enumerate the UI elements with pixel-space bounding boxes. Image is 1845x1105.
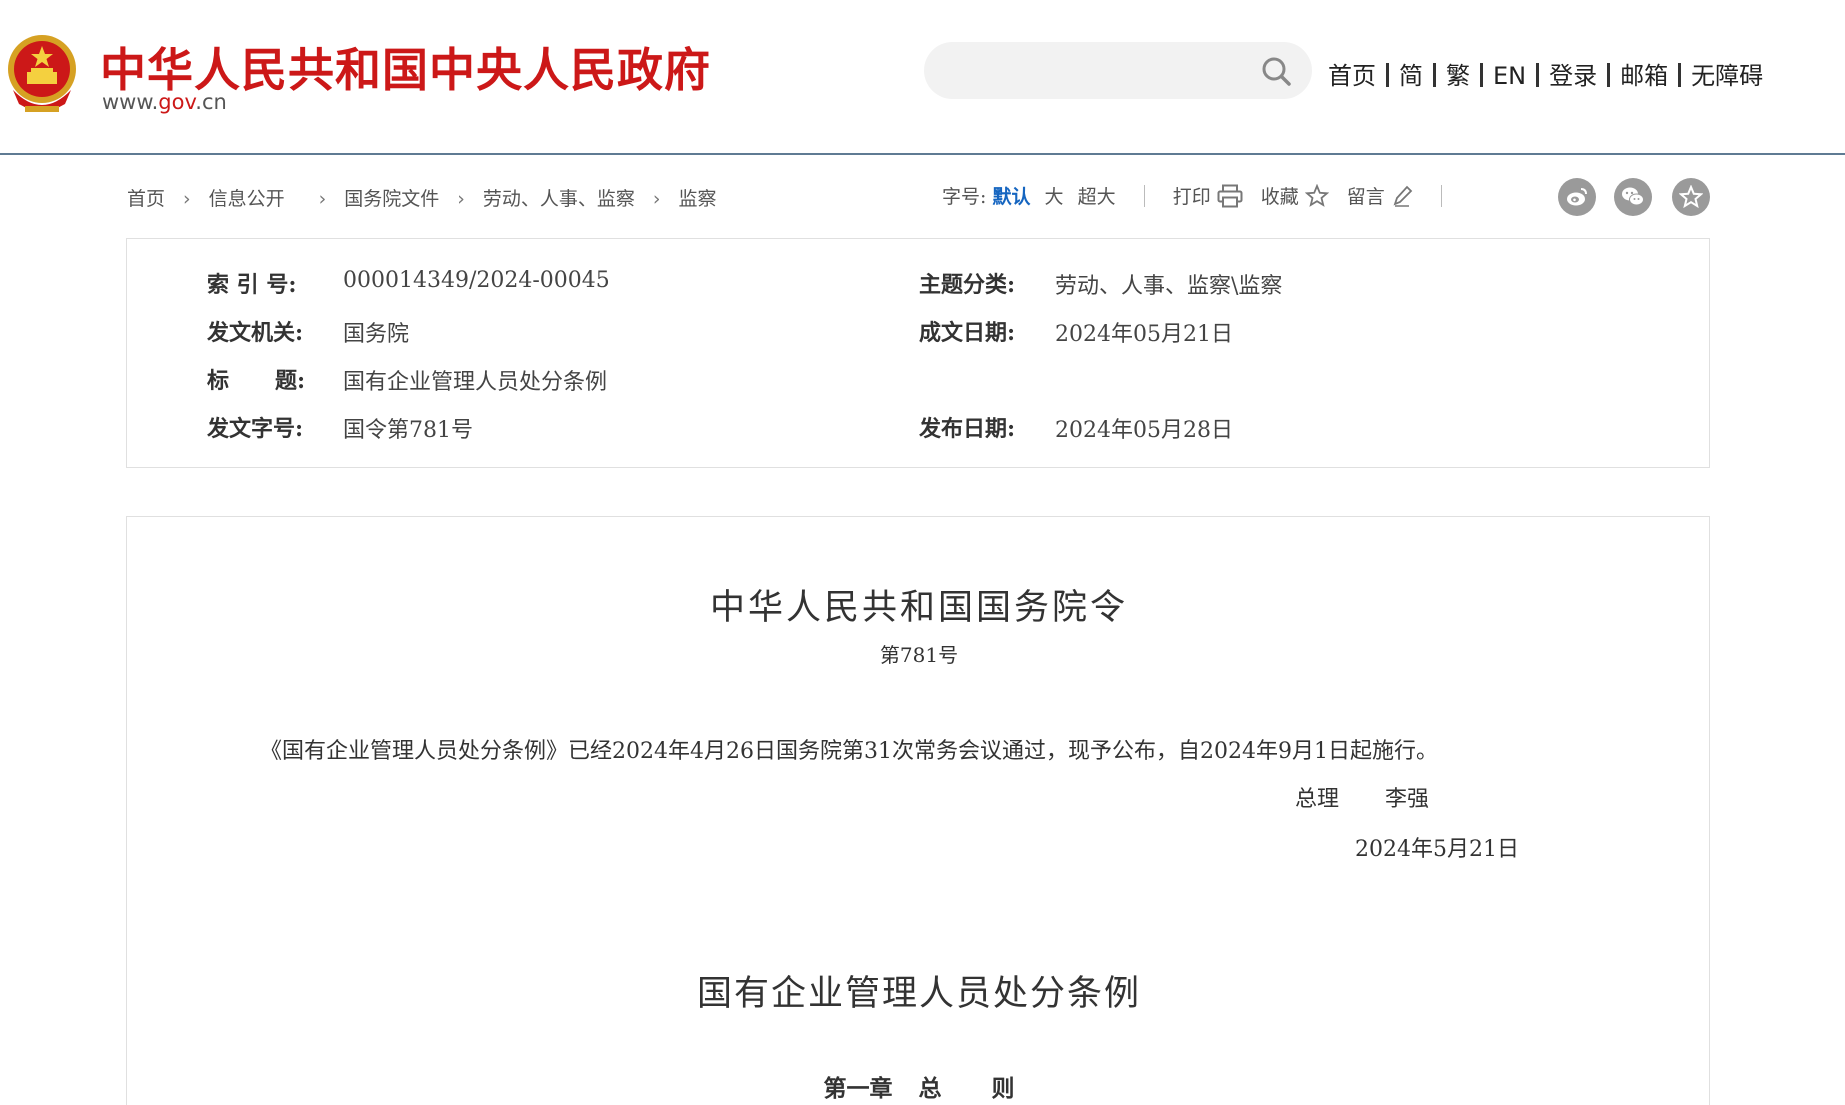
font-size-default[interactable]: 默认 bbox=[992, 186, 1030, 208]
breadcrumb-home[interactable]: 首页 bbox=[127, 188, 165, 210]
order-number: 第781号 bbox=[879, 643, 959, 667]
national-emblem-icon[interactable] bbox=[5, 32, 79, 114]
nav-english[interactable]: EN bbox=[1493, 62, 1526, 90]
nav-traditional[interactable]: 繁 bbox=[1446, 62, 1470, 90]
signature: 总理 李强 bbox=[1295, 781, 1429, 813]
star-icon[interactable] bbox=[1304, 184, 1329, 208]
breadcrumb: 首页 › 信息公开 › 国务院文件 › 劳动、人事、监察 › 监察 bbox=[127, 184, 717, 211]
nav-divider bbox=[1607, 63, 1611, 87]
breadcrumb-supervision[interactable]: 监察 bbox=[679, 188, 717, 210]
breadcrumb-state-council-docs[interactable]: 国务院文件 bbox=[344, 188, 439, 210]
index-value: 000014349/2024-00045 bbox=[343, 268, 610, 293]
title-label: 标 题: bbox=[207, 368, 306, 394]
nav-divider bbox=[1433, 63, 1436, 87]
order-paragraph: 《国有企业管理人员处分条例》已经2024年4月26日国务院第31次常务会议通过，… bbox=[260, 739, 1438, 764]
tools-divider bbox=[1440, 185, 1442, 207]
font-size-large[interactable]: 大 bbox=[1045, 186, 1064, 208]
domain-prefix: www. bbox=[102, 90, 159, 114]
signer-name: 李强 bbox=[1385, 787, 1430, 812]
nav-divider bbox=[1480, 63, 1483, 87]
doc-number-value: 国令第781号 bbox=[343, 418, 473, 443]
index-label: 索 引 号: bbox=[207, 272, 297, 298]
issuer-value: 国务院 bbox=[343, 322, 410, 347]
domain-suffix: .cn bbox=[195, 90, 227, 114]
publish-date-label: 发布日期: bbox=[919, 416, 1016, 442]
tools-divider bbox=[1143, 185, 1145, 207]
wechat-icon[interactable] bbox=[1614, 178, 1652, 216]
print-button[interactable]: 打印 bbox=[1173, 186, 1211, 208]
written-date-label: 成文日期: bbox=[919, 320, 1016, 346]
printer-icon[interactable] bbox=[1217, 184, 1243, 208]
top-nav: 首页简繁 EN 登录 邮箱 无障碍 bbox=[1328, 56, 1763, 91]
regulation-title: 国有企业管理人员处分条例 bbox=[696, 974, 1141, 1014]
chevron-right-icon: › bbox=[652, 188, 661, 210]
doc-number-label: 发文字号: bbox=[207, 416, 304, 442]
weibo-icon[interactable] bbox=[1558, 178, 1596, 216]
chevron-right-icon: › bbox=[318, 188, 327, 210]
font-size-label: 字号: bbox=[942, 186, 987, 208]
favorite-star-icon[interactable] bbox=[1672, 178, 1710, 216]
site-header: 中华人民共和国中央人民政府 www.gov.cn 首页简繁 EN 登录 邮箱 无障碍 bbox=[0, 0, 1845, 155]
nav-divider bbox=[1386, 63, 1389, 87]
article-body: 中华人民共和国国务院令 第781号 《国有企业管理人员处分条例》已经2024年4… bbox=[126, 516, 1710, 1105]
chapter-number: 第一章 bbox=[823, 1075, 893, 1102]
article-tools: 字号: 默认 大 超大 打印 收藏 留言 bbox=[942, 182, 1464, 209]
chapter-name-2: 则 bbox=[991, 1075, 1015, 1102]
chevron-right-icon: › bbox=[457, 188, 465, 210]
nav-divider bbox=[1536, 63, 1540, 87]
favorite-button[interactable]: 收藏 bbox=[1261, 186, 1299, 208]
nav-divider bbox=[1678, 63, 1682, 87]
breadcrumb-labor[interactable]: 劳动、人事、监察 bbox=[483, 188, 635, 210]
breadcrumb-info-public[interactable]: 信息公开 bbox=[209, 188, 285, 210]
nav-mailbox[interactable]: 邮箱 bbox=[1620, 62, 1668, 90]
chevron-right-icon: › bbox=[183, 188, 191, 210]
nav-simplified[interactable]: 简 bbox=[1399, 62, 1423, 90]
document-info-table: 索 引 号: 000014349/2024-00045 主题分类: 劳动、人事、… bbox=[126, 238, 1710, 468]
publish-date-value: 2024年05月28日 bbox=[1055, 418, 1233, 443]
font-size-xlarge[interactable]: 超大 bbox=[1078, 186, 1116, 208]
nav-accessibility[interactable]: 无障碍 bbox=[1691, 62, 1763, 90]
order-title: 中华人民共和国国务院令 bbox=[709, 588, 1128, 628]
chapter-heading: 第一章总 则 bbox=[127, 1069, 1711, 1103]
nav-login[interactable]: 登录 bbox=[1549, 62, 1597, 90]
chapter-name-1: 总 bbox=[918, 1075, 942, 1102]
title-value: 国有企业管理人员处分条例 bbox=[343, 370, 608, 395]
issuer-label: 发文机关: bbox=[207, 320, 304, 346]
search-input[interactable] bbox=[924, 42, 1312, 99]
comment-button[interactable]: 留言 bbox=[1347, 186, 1385, 208]
site-domain[interactable]: www.gov.cn bbox=[102, 90, 227, 114]
search-icon[interactable] bbox=[1260, 55, 1292, 87]
sign-date: 2024年5月21日 bbox=[1355, 837, 1519, 862]
nav-home[interactable]: 首页 bbox=[1328, 62, 1376, 90]
signer-title: 总理 bbox=[1295, 787, 1340, 812]
topic-label: 主题分类: bbox=[919, 272, 1016, 298]
pencil-icon[interactable] bbox=[1391, 184, 1413, 208]
domain-gov: gov bbox=[158, 90, 196, 114]
written-date-value: 2024年05月21日 bbox=[1055, 322, 1233, 347]
topic-value: 劳动、人事、监察\监察 bbox=[1055, 274, 1283, 299]
